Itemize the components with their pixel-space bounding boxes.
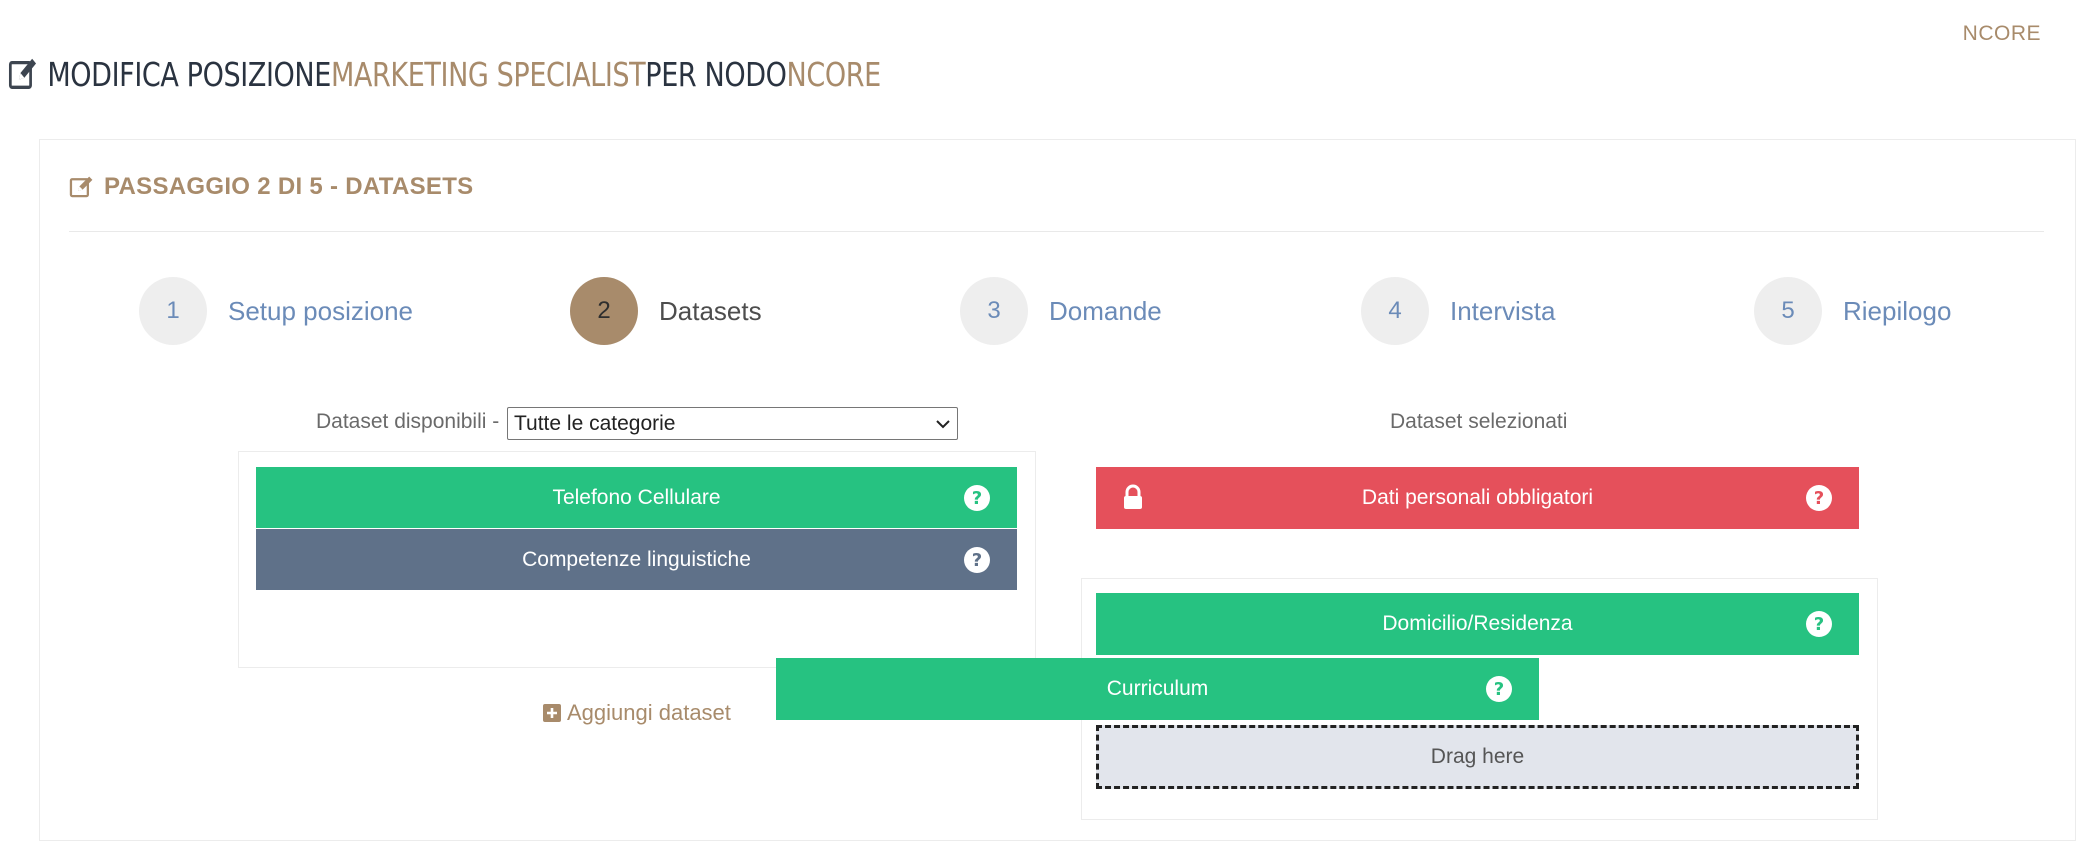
svg-text:?: ?: [1494, 679, 1504, 700]
edit-icon: [69, 176, 93, 198]
title-prefix: MODIFICA POSIZIONE: [47, 54, 331, 94]
dataset-label: Telefono Cellulare: [552, 485, 721, 509]
dataset-item-dati-personali[interactable]: Dati personali obbligatori ?: [1096, 467, 1859, 529]
edit-icon: [8, 58, 37, 89]
dataset-label: Domicilio/Residenza: [1382, 612, 1573, 635]
title-node: NCORE: [786, 54, 882, 94]
step-label: Intervista: [1450, 295, 1556, 326]
step-number: 4: [1361, 277, 1429, 345]
svg-text:?: ?: [1814, 488, 1824, 509]
drop-zone-label: Drag here: [1430, 745, 1525, 768]
title-middle: PER NODO: [645, 54, 787, 94]
wizard-step-setup[interactable]: 1 Setup posizione: [139, 277, 413, 345]
help-icon[interactable]: ?: [963, 546, 991, 574]
add-dataset-label: Aggiungi dataset: [567, 700, 731, 725]
panel-title-text: PASSAGGIO 2 DI 5 - DATASETS: [104, 173, 474, 200]
step-number: 1: [139, 277, 207, 345]
step-number: 3: [960, 277, 1028, 345]
wizard-step-domande[interactable]: 3 Domande: [960, 277, 1162, 345]
step-number: 2: [570, 277, 638, 345]
dataset-label: Competenze linguistiche: [522, 547, 751, 571]
step-label: Domande: [1049, 295, 1162, 326]
svg-text:?: ?: [972, 550, 982, 571]
svg-text:?: ?: [1814, 614, 1824, 635]
chevron-down-icon: [936, 420, 950, 429]
category-select-value: Tutte le categorie: [514, 411, 676, 435]
step-label: Riepilogo: [1843, 295, 1952, 326]
plus-square-icon: [543, 704, 561, 722]
help-icon[interactable]: ?: [963, 484, 991, 512]
help-icon[interactable]: ?: [1805, 484, 1833, 512]
category-select[interactable]: Tutte le categorie: [507, 407, 958, 440]
help-icon[interactable]: ?: [1805, 610, 1833, 638]
help-icon[interactable]: ?: [1485, 675, 1513, 703]
step-number: 5: [1754, 277, 1822, 345]
dragging-dataset-curriculum[interactable]: Curriculum ?: [776, 658, 1539, 720]
dataset-item-telefono[interactable]: Telefono Cellulare ?: [256, 467, 1017, 528]
panel-title: PASSAGGIO 2 DI 5 - DATASETS: [69, 173, 473, 201]
title-position: MARKETING SPECIALIST: [330, 54, 646, 94]
lock-icon: [1124, 484, 1142, 509]
dataset-item-competenze[interactable]: Competenze linguistiche ?: [256, 529, 1017, 590]
svg-text:?: ?: [972, 488, 982, 509]
dataset-label: Curriculum: [1106, 677, 1209, 700]
add-dataset-link[interactable]: Aggiungi dataset: [543, 700, 731, 726]
node-link[interactable]: NCORE: [1963, 22, 2041, 46]
wizard-step-datasets[interactable]: 2 Datasets: [570, 277, 762, 345]
drop-zone[interactable]: Drag here: [1096, 725, 1859, 789]
step-label: Datasets: [659, 295, 762, 326]
dataset-item-domicilio[interactable]: Domicilio/Residenza ?: [1096, 593, 1859, 655]
selected-datasets-label: Dataset selezionati: [1390, 410, 1568, 433]
dataset-label: Dati personali obbligatori: [1361, 486, 1594, 509]
wizard-step-riepilogo[interactable]: 5 Riepilogo: [1754, 277, 1951, 345]
wizard-step-intervista[interactable]: 4 Intervista: [1361, 277, 1556, 345]
page-title: MODIFICA POSIZIONE MARKETING SPECIALIST …: [8, 50, 881, 98]
step-label: Setup posizione: [228, 295, 414, 326]
available-datasets-label: Dataset disponibili -: [316, 410, 500, 433]
divider: [69, 231, 2044, 232]
